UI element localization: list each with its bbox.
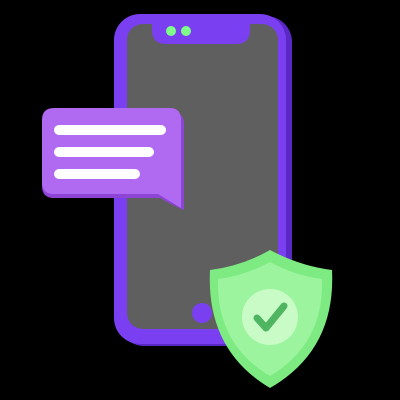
secure-messaging-illustration bbox=[42, 14, 333, 388]
home-button bbox=[192, 303, 212, 323]
chat-bubble-icon bbox=[42, 108, 184, 210]
check-circle bbox=[242, 289, 298, 345]
chat-bubble bbox=[42, 108, 181, 208]
message-line-1 bbox=[54, 125, 166, 135]
message-line-3 bbox=[54, 169, 140, 179]
sensor-dot-icon bbox=[181, 26, 191, 36]
camera-dot-icon bbox=[166, 26, 176, 36]
message-line-2 bbox=[54, 147, 154, 157]
shield-check-icon bbox=[209, 250, 333, 388]
